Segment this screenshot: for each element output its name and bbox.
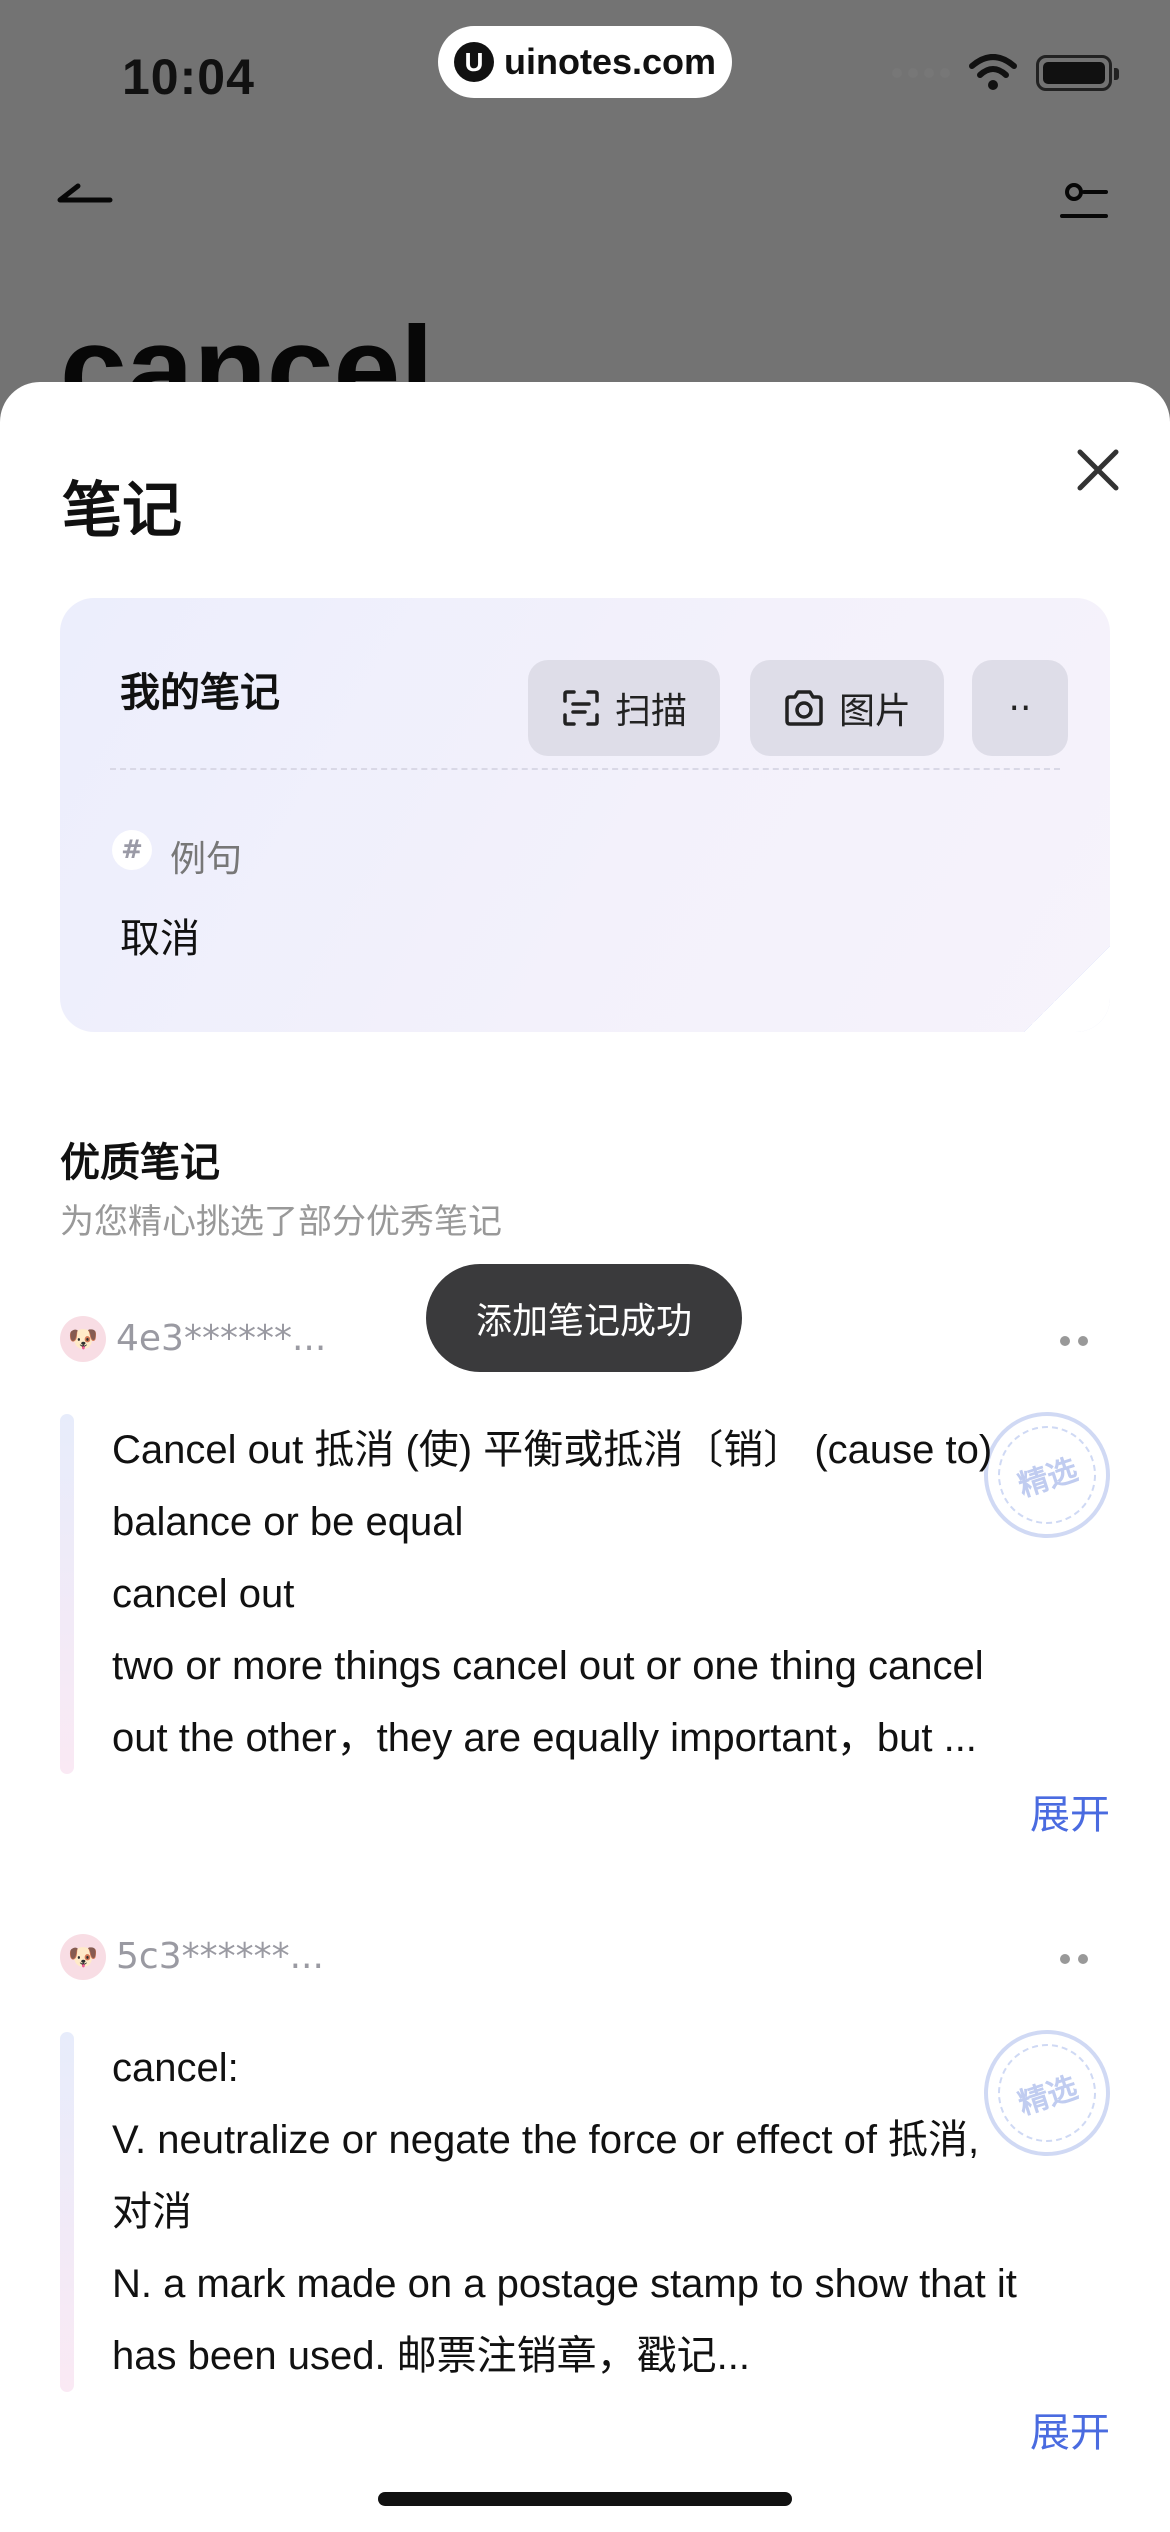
note-item: 🐶 4e3******... 精选 Cancel out 抵消 (使) 平衡或抵… xyxy=(60,1312,1127,1840)
scan-button[interactable]: 扫描 xyxy=(528,660,720,756)
page-fold-cover xyxy=(1024,946,1110,1032)
expand-link[interactable]: 展开 xyxy=(60,1782,1110,1840)
watermark-text: uinotes.com xyxy=(504,41,717,82)
status-icons xyxy=(892,54,1119,92)
battery-icon xyxy=(1036,55,1119,91)
note-line: Cancel out 抵消 (使) 平衡或抵消〔销〕 (cause to) xyxy=(112,1428,993,1472)
avatar[interactable]: 🐶 xyxy=(60,1934,106,1980)
note-line: two or more things cancel out or one thi… xyxy=(112,1644,984,1688)
hashtag-icon: # xyxy=(112,830,152,870)
more-options-button[interactable]: ·· xyxy=(972,660,1068,756)
my-note-title: 我的笔记 xyxy=(120,670,280,716)
user-name[interactable]: 5c3******... xyxy=(116,1936,324,1977)
my-note-card[interactable]: 我的笔记 扫描 图片 ·· # 例句 取消 xyxy=(60,598,1110,1032)
image-label: 图片 xyxy=(838,691,911,732)
quality-notes-title: 优质笔记 xyxy=(60,1140,220,1186)
quality-notes-subtitle: 为您精心挑选了部分优秀笔记 xyxy=(60,1202,502,1242)
scan-label: 扫描 xyxy=(614,691,687,732)
expand-link[interactable]: 展开 xyxy=(60,2400,1110,2458)
my-note-content: 取消 xyxy=(120,916,200,962)
camera-icon xyxy=(785,690,823,726)
avatar[interactable]: 🐶 xyxy=(60,1316,106,1362)
note-body[interactable]: Cancel out 抵消 (使) 平衡或抵消〔销〕 (cause to) ba… xyxy=(60,1414,1110,1774)
close-icon[interactable] xyxy=(1072,444,1124,496)
note-line: has been used. 邮票注销章，戳记... xyxy=(112,2334,751,2378)
note-line: cancel: xyxy=(112,2046,239,2090)
note-line: out the other，they are equally important… xyxy=(112,1716,977,1760)
scan-icon xyxy=(563,690,599,726)
note-line: 对消 xyxy=(112,2190,192,2234)
note-line: cancel out xyxy=(112,1572,295,1616)
image-button[interactable]: 图片 xyxy=(750,660,944,756)
tag-label: 例句 xyxy=(170,839,243,880)
more-dots-icon: ·· xyxy=(1008,687,1032,729)
note-body[interactable]: cancel: V. neutralize or negate the forc… xyxy=(60,2032,1110,2392)
note-more-icon[interactable] xyxy=(1060,1954,1090,1966)
note-line: N. a mark made on a postage stamp to sho… xyxy=(112,2262,1017,2306)
toast-message: 添加笔记成功 xyxy=(426,1264,742,1372)
home-indicator[interactable] xyxy=(378,2492,792,2506)
note-item: 🐶 5c3******... 精选 cancel: V. neutralize … xyxy=(60,1930,1127,2458)
watermark-pill: U uinotes.com xyxy=(438,26,732,98)
wifi-icon xyxy=(969,54,1017,90)
divider xyxy=(110,768,1060,770)
notes-sheet: 笔记 我的笔记 扫描 图片 ·· # 例句 取消 优质笔记 为您精心挑选了部分优… xyxy=(0,382,1170,2532)
note-header: 🐶 5c3******... xyxy=(60,1930,1110,1990)
uinotes-logo-icon: U xyxy=(454,42,494,82)
user-name[interactable]: 4e3******... xyxy=(116,1318,326,1359)
status-time: 10:04 xyxy=(122,49,255,105)
note-line: balance or be equal xyxy=(112,1500,464,1544)
sheet-title: 笔记 xyxy=(62,476,182,546)
note-more-icon[interactable] xyxy=(1060,1336,1090,1348)
note-line: V. neutralize or negate the force or eff… xyxy=(112,2118,980,2162)
signal-icon xyxy=(892,68,950,78)
